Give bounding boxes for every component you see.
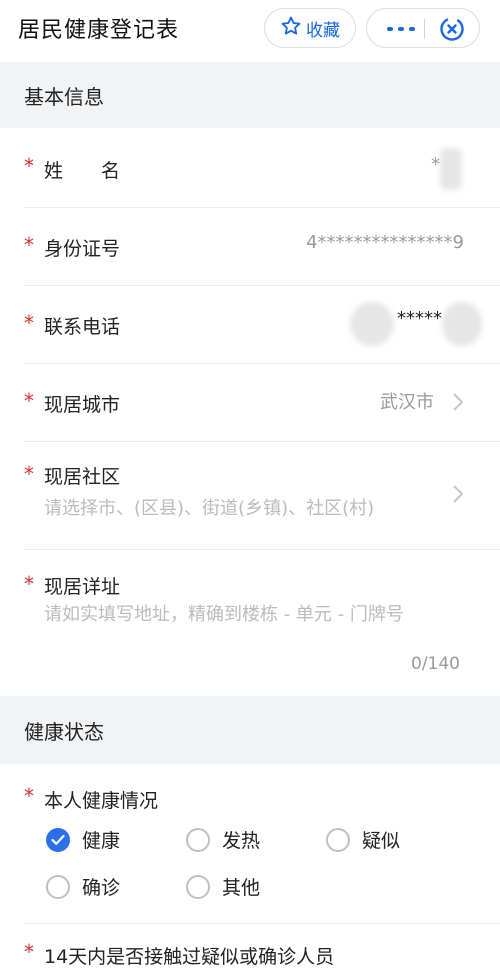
radio-confirmed[interactable]: 确诊 xyxy=(46,873,120,900)
field-contact-history: * 14天内是否接触过疑似或确诊人员 xyxy=(0,924,500,968)
check-icon xyxy=(46,827,70,852)
field-name[interactable]: * 姓 名 * xyxy=(0,128,500,208)
radio-label: 确诊 xyxy=(82,877,121,899)
page-title: 居民健康登记表 xyxy=(18,18,180,43)
required-mark: * xyxy=(24,311,34,335)
capsule-menu xyxy=(366,8,480,48)
radio-label: 发热 xyxy=(222,830,261,852)
section-health-status: 健康状态 xyxy=(0,696,500,764)
favorite-button[interactable]: 收藏 xyxy=(264,8,356,48)
field-label: 现居详址 xyxy=(44,576,121,598)
field-label: 姓 名 xyxy=(44,160,121,182)
field-label: 现居社区 xyxy=(44,466,121,488)
field-health-status: * 本人健康情况 健康 发热 疑似 确诊 其他 xyxy=(0,764,500,924)
address-textarea[interactable]: 请如实填写地址，精确到楼栋 - 单元 - 门牌号 xyxy=(44,598,434,632)
city-value: 武汉市 xyxy=(380,392,434,413)
field-phone[interactable]: * 联系电话 ***** xyxy=(0,286,500,364)
id-number-value: 4***************9 xyxy=(306,232,464,253)
field-label: 现居城市 xyxy=(44,394,121,416)
required-mark: * xyxy=(24,389,34,413)
star-icon xyxy=(280,15,302,41)
required-mark: * xyxy=(24,784,34,808)
close-miniprogram-icon[interactable] xyxy=(439,16,465,46)
redaction-blur xyxy=(350,302,394,346)
favorite-label: 收藏 xyxy=(306,20,340,41)
chevron-right-icon xyxy=(452,392,464,416)
field-address[interactable]: * 现居详址 请如实填写地址，精确到楼栋 - 单元 - 门牌号 0/140 xyxy=(0,550,500,696)
radio-fever[interactable]: 发热 xyxy=(186,826,260,853)
radio-other[interactable]: 其他 xyxy=(186,873,260,900)
field-label: 联系电话 xyxy=(44,316,121,338)
redaction-blur xyxy=(440,148,462,190)
radio-circle-icon xyxy=(46,874,70,899)
field-city[interactable]: * 现居城市 武汉市 xyxy=(0,364,500,442)
required-mark: * xyxy=(24,462,34,486)
required-mark: * xyxy=(24,233,34,257)
redaction-blur xyxy=(442,302,482,346)
required-mark: * xyxy=(24,940,34,964)
radio-label: 疑似 xyxy=(362,830,401,852)
field-community[interactable]: * 现居社区 请选择市、(区县)、街道(乡镇)、社区(村) xyxy=(0,442,500,550)
char-counter: 0/140 xyxy=(411,654,460,674)
radio-label: 其他 xyxy=(222,877,261,899)
radio-circle-icon xyxy=(326,827,350,852)
field-label: 本人健康情况 xyxy=(44,790,159,812)
radio-suspected[interactable]: 疑似 xyxy=(326,826,400,853)
radio-label: 健康 xyxy=(82,830,121,852)
section-basic-info: 基本信息 xyxy=(0,62,500,128)
field-id-number[interactable]: * 身份证号 4***************9 xyxy=(0,208,500,286)
radio-circle-icon xyxy=(186,827,210,852)
phone-value: ***** xyxy=(397,308,442,329)
top-bar: 居民健康登记表 收藏 xyxy=(0,0,500,60)
name-value: * xyxy=(431,154,440,175)
field-label: 14天内是否接触过疑似或确诊人员 xyxy=(44,946,335,968)
chevron-right-icon xyxy=(452,484,464,508)
field-label: 身份证号 xyxy=(44,238,121,260)
community-placeholder: 请选择市、(区县)、街道(乡镇)、社区(村) xyxy=(44,498,375,519)
radio-circle-icon xyxy=(186,874,210,899)
required-mark: * xyxy=(24,572,34,596)
capsule-divider xyxy=(424,19,425,39)
more-icon[interactable] xyxy=(387,19,415,39)
radio-healthy[interactable]: 健康 xyxy=(46,826,120,853)
required-mark: * xyxy=(24,154,34,178)
